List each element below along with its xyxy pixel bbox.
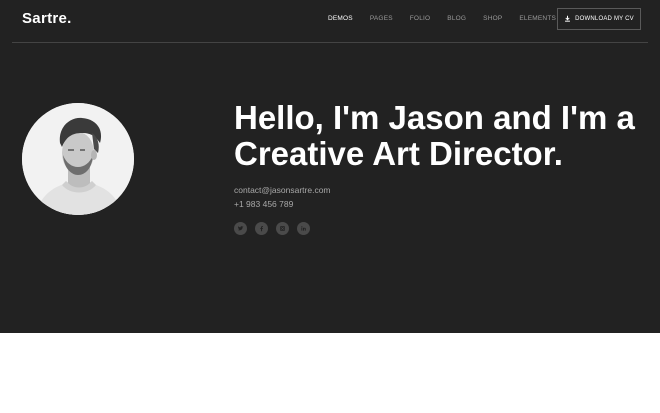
- hero-section: Sartre. DEMOS PAGES FOLIO BLOG SHOP ELEM…: [0, 0, 660, 333]
- facebook-icon[interactable]: [255, 222, 268, 235]
- contact-phone: +1 983 456 789: [234, 199, 294, 209]
- download-cv-button[interactable]: DOWNLOAD MY CV: [557, 8, 641, 30]
- nav-item-folio[interactable]: FOLIO: [410, 15, 431, 25]
- main-nav: DEMOS PAGES FOLIO BLOG SHOP ELEMENTS: [328, 15, 556, 25]
- contact-email[interactable]: contact@jasonsartre.com: [234, 185, 331, 195]
- nav-item-elements[interactable]: ELEMENTS: [519, 15, 556, 25]
- download-cv-label: DOWNLOAD MY CV: [575, 16, 634, 22]
- twitter-icon[interactable]: [234, 222, 247, 235]
- hero-headline: Hello, I'm Jason and I'm a Creative Art …: [234, 99, 635, 172]
- social-links: [234, 222, 310, 235]
- download-icon: [564, 15, 571, 24]
- site-logo[interactable]: Sartre.: [22, 10, 72, 27]
- instagram-icon[interactable]: [276, 222, 289, 235]
- nav-item-shop[interactable]: SHOP: [483, 15, 502, 25]
- header-divider: [12, 42, 648, 43]
- avatar: [22, 103, 134, 215]
- nav-item-demos[interactable]: DEMOS: [328, 15, 353, 25]
- nav-item-pages[interactable]: PAGES: [370, 15, 393, 25]
- nav-item-blog[interactable]: BLOG: [447, 15, 466, 25]
- linkedin-icon[interactable]: [297, 222, 310, 235]
